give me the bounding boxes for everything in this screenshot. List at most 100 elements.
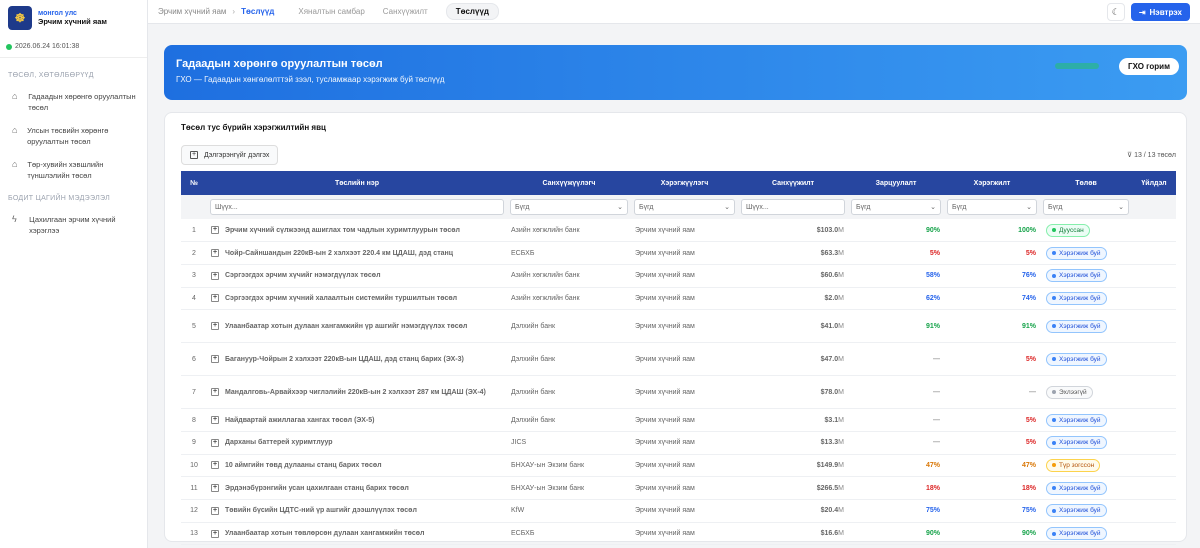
amount-unit: M	[838, 388, 844, 396]
chevron-right-icon: ›	[232, 7, 236, 16]
table-row[interactable]: 12 + Төвийн бүсийн ЦДТС-ний үр ашгийг дээш…	[181, 499, 1176, 523]
tab-financing[interactable]: Санхүүжилт	[383, 7, 428, 16]
project-name: Улаанбаатар хотын төвлөрсөн дулаан ханга…	[225, 530, 425, 538]
status-dot-icon	[1052, 228, 1056, 233]
implementer-filter-select[interactable]: Бүгд ⌄	[634, 199, 735, 215]
financier-filter-select[interactable]: Бүгд ⌄	[510, 199, 628, 215]
amount-unit: M	[838, 461, 844, 469]
col-header-status[interactable]: Төлөв	[1040, 171, 1132, 195]
expand-row-icon[interactable]: +	[211, 506, 219, 515]
projects-card: Төсөл тус бүрийн хэрэгжилтийн явц + Дэлг…	[164, 112, 1187, 546]
sidebar-item-label: Гадаадын хөрөнгө оруулалтын төсөл	[28, 92, 136, 112]
plus-square-icon: +	[190, 151, 198, 159]
expand-row-icon[interactable]: +	[211, 416, 219, 425]
financier: БНХАУ-ын Экзим банк	[507, 476, 631, 500]
implementation-value: 5%	[944, 342, 1040, 377]
row-number: 13	[181, 522, 207, 546]
financier: Азийн хөгжлийн банк	[507, 264, 631, 288]
tab-dashboard[interactable]: Хяналтын самбар	[298, 7, 364, 16]
amount-cell: $60.6M	[738, 264, 848, 288]
status-label: Хэрэгжиж буй	[1059, 322, 1101, 330]
expand-row-icon[interactable]: +	[211, 461, 219, 470]
status-badge: Хэрэгжиж буй	[1046, 504, 1107, 518]
amount-cell: $3.1M	[738, 408, 848, 432]
breadcrumb-root[interactable]: Эрчим хүчний яам	[158, 7, 226, 16]
status-badge: Хэрэгжиж буй	[1046, 291, 1107, 305]
breadcrumb-current: Төслүүд	[241, 7, 275, 16]
expand-all-label: Дэлгэрэнгүйг дэлгэх	[204, 151, 270, 159]
expand-row-icon[interactable]: +	[211, 438, 219, 447]
chevron-down-icon: ⌄	[930, 204, 936, 211]
table-row[interactable]: 4 + Сэргээгдэх эрчим хүчний халаалтын сист…	[181, 287, 1176, 311]
project-name: Дарханы баттерей хуримтлуур	[225, 439, 333, 447]
page-title: Гадаадын хөрөнгө оруулалтын төсөл	[176, 58, 383, 70]
implementer: Эрчим хүчний яам	[631, 264, 738, 288]
status-label: Хэрэгжиж буй	[1059, 484, 1101, 492]
action-cell	[1132, 499, 1176, 523]
table-row[interactable]: 6 + Багануур-Чойрын 2 хэлхээт 220кВ-ын ЦДА…	[181, 342, 1176, 377]
sidebar-item-realtime-0[interactable]: ϟ Цахилгаан эрчим хүчний хэрэглээ	[0, 208, 147, 242]
action-cell	[1132, 408, 1176, 432]
expand-row-icon[interactable]: +	[211, 529, 219, 538]
table-row[interactable]: 1 + Эрчим хүчний сүлжээнд ашиглах том чадл…	[181, 219, 1176, 243]
spending-filter-select[interactable]: Бүгд ⌄	[851, 199, 941, 215]
theme-toggle-button[interactable]: ☾	[1106, 3, 1125, 21]
status-badge: Хэрэгжиж буй	[1046, 352, 1107, 366]
expand-row-icon[interactable]: +	[211, 388, 219, 397]
implementation-value: 75%	[944, 499, 1040, 523]
expand-row-icon[interactable]: +	[211, 226, 219, 235]
col-header-implementer[interactable]: Хэрэгжүүлэгч	[631, 171, 738, 195]
moon-icon: ☾	[1111, 6, 1120, 17]
col-header-financier[interactable]: Санхүүжүүлэгч	[507, 171, 631, 195]
status-filter-select[interactable]: Бүгд ⌄	[1043, 199, 1129, 215]
col-header-spending[interactable]: Зарцуулалт	[848, 171, 944, 195]
project-name: Төвийн бүсийн ЦДТС-ний үр ашгийг дээшлүү…	[225, 507, 417, 515]
table-row[interactable]: 11 + Эрдэнэбүрэнгийн усан цахилгаан станц …	[181, 476, 1176, 500]
sidebar-item-projects-1[interactable]: ⌂ Улсын төсвийн хөрөнгө оруулалтын төсөл	[0, 119, 147, 153]
expand-row-icon[interactable]: +	[211, 271, 219, 280]
sidebar-header: ☸ монгол улс Эрчим хүчний яам	[0, 0, 147, 36]
name-filter-input[interactable]: Шүүх...	[210, 199, 504, 215]
financier: БНХАУ-ын Экзим банк	[507, 454, 631, 478]
amount-value: $20.4	[820, 507, 839, 515]
expand-row-icon[interactable]: +	[211, 484, 219, 493]
table-row[interactable]: 5 + Улаанбаатар хотын дулаан хангамжийн үр…	[181, 309, 1176, 344]
table-row[interactable]: 2 + Чойр-Сайншандын 220кВ-ын 2 хэлхээт 220…	[181, 241, 1176, 265]
expand-row-icon[interactable]: +	[211, 294, 219, 303]
spending-value: 75%	[848, 499, 944, 523]
page-subtitle: ГХО — Гадаадын хөнгөлөлттэй зээл, туслам…	[176, 75, 445, 84]
action-cell	[1132, 476, 1176, 500]
table-row[interactable]: 7 + Мандалговь-Арвайхээр чиглэлийн 220кВ-ы…	[181, 375, 1176, 410]
status-label: Хэрэгжиж буй	[1059, 294, 1101, 302]
col-header-amount[interactable]: Санхүүжилт	[738, 171, 848, 195]
amount-filter-input[interactable]: Шүүх...	[741, 199, 845, 215]
chevron-down-icon: ⌄	[1118, 204, 1124, 211]
status-pill	[1055, 63, 1099, 69]
gxo-mode-button[interactable]: ГХО горим	[1119, 58, 1179, 75]
implementation-filter-select[interactable]: Бүгд ⌄	[947, 199, 1037, 215]
col-header-no[interactable]: №	[181, 171, 207, 195]
row-number: 5	[181, 309, 207, 344]
expand-row-icon[interactable]: +	[211, 322, 219, 331]
expand-row-icon[interactable]: +	[211, 249, 219, 258]
amount-cell: $266.5M	[738, 476, 848, 500]
col-header-implementation[interactable]: Хэрэгжилт	[944, 171, 1040, 195]
amount-cell: $103.0M	[738, 219, 848, 243]
sidebar-section-projects: ТӨСӨЛ, ХӨТӨЛБӨРҮҮД	[8, 72, 94, 79]
login-button[interactable]: ⇥ Нэвтрэх	[1130, 3, 1190, 21]
project-name: Чойр-Сайншандын 220кВ-ын 2 хэлхээт 220.4…	[225, 249, 454, 257]
sidebar-item-projects-0[interactable]: ⌂ Гадаадын хөрөнгө оруулалтын төсөл	[0, 85, 147, 119]
table-row[interactable]: 8 + Найдвартай ажиллагаа хангах төсөл (ЭХ-…	[181, 408, 1176, 432]
table-row[interactable]: 13 + Улаанбаатар хотын төвлөрсөн дулаан ха…	[181, 522, 1176, 546]
row-number: 6	[181, 342, 207, 377]
tab-projects[interactable]: Төслүүд	[445, 3, 499, 20]
topbar: Эрчим хүчний яам › Төслүүд Хяналтын самб…	[148, 0, 1200, 24]
sidebar-item-projects-2[interactable]: ⌂ Төр-хувийн хэвшлийн түншлэлийн төсөл	[0, 153, 147, 187]
table-row[interactable]: 10 +10 аймгийн төвд дулааны станц барих т…	[181, 454, 1176, 478]
expand-all-button[interactable]: + Дэлгэрэнгүйг дэлгэх	[181, 145, 279, 165]
table-row[interactable]: 3 + Сэргээгдэх эрчим хүчийг нэмэгдүүлэх тө…	[181, 264, 1176, 288]
expand-row-icon[interactable]: +	[211, 355, 219, 364]
table-row[interactable]: 9 + Дарханы баттерей хуримтлуур JICS Эрчим х…	[181, 431, 1176, 455]
amount-unit: M	[838, 416, 844, 424]
col-header-name[interactable]: Төслийн нэр	[207, 171, 507, 195]
